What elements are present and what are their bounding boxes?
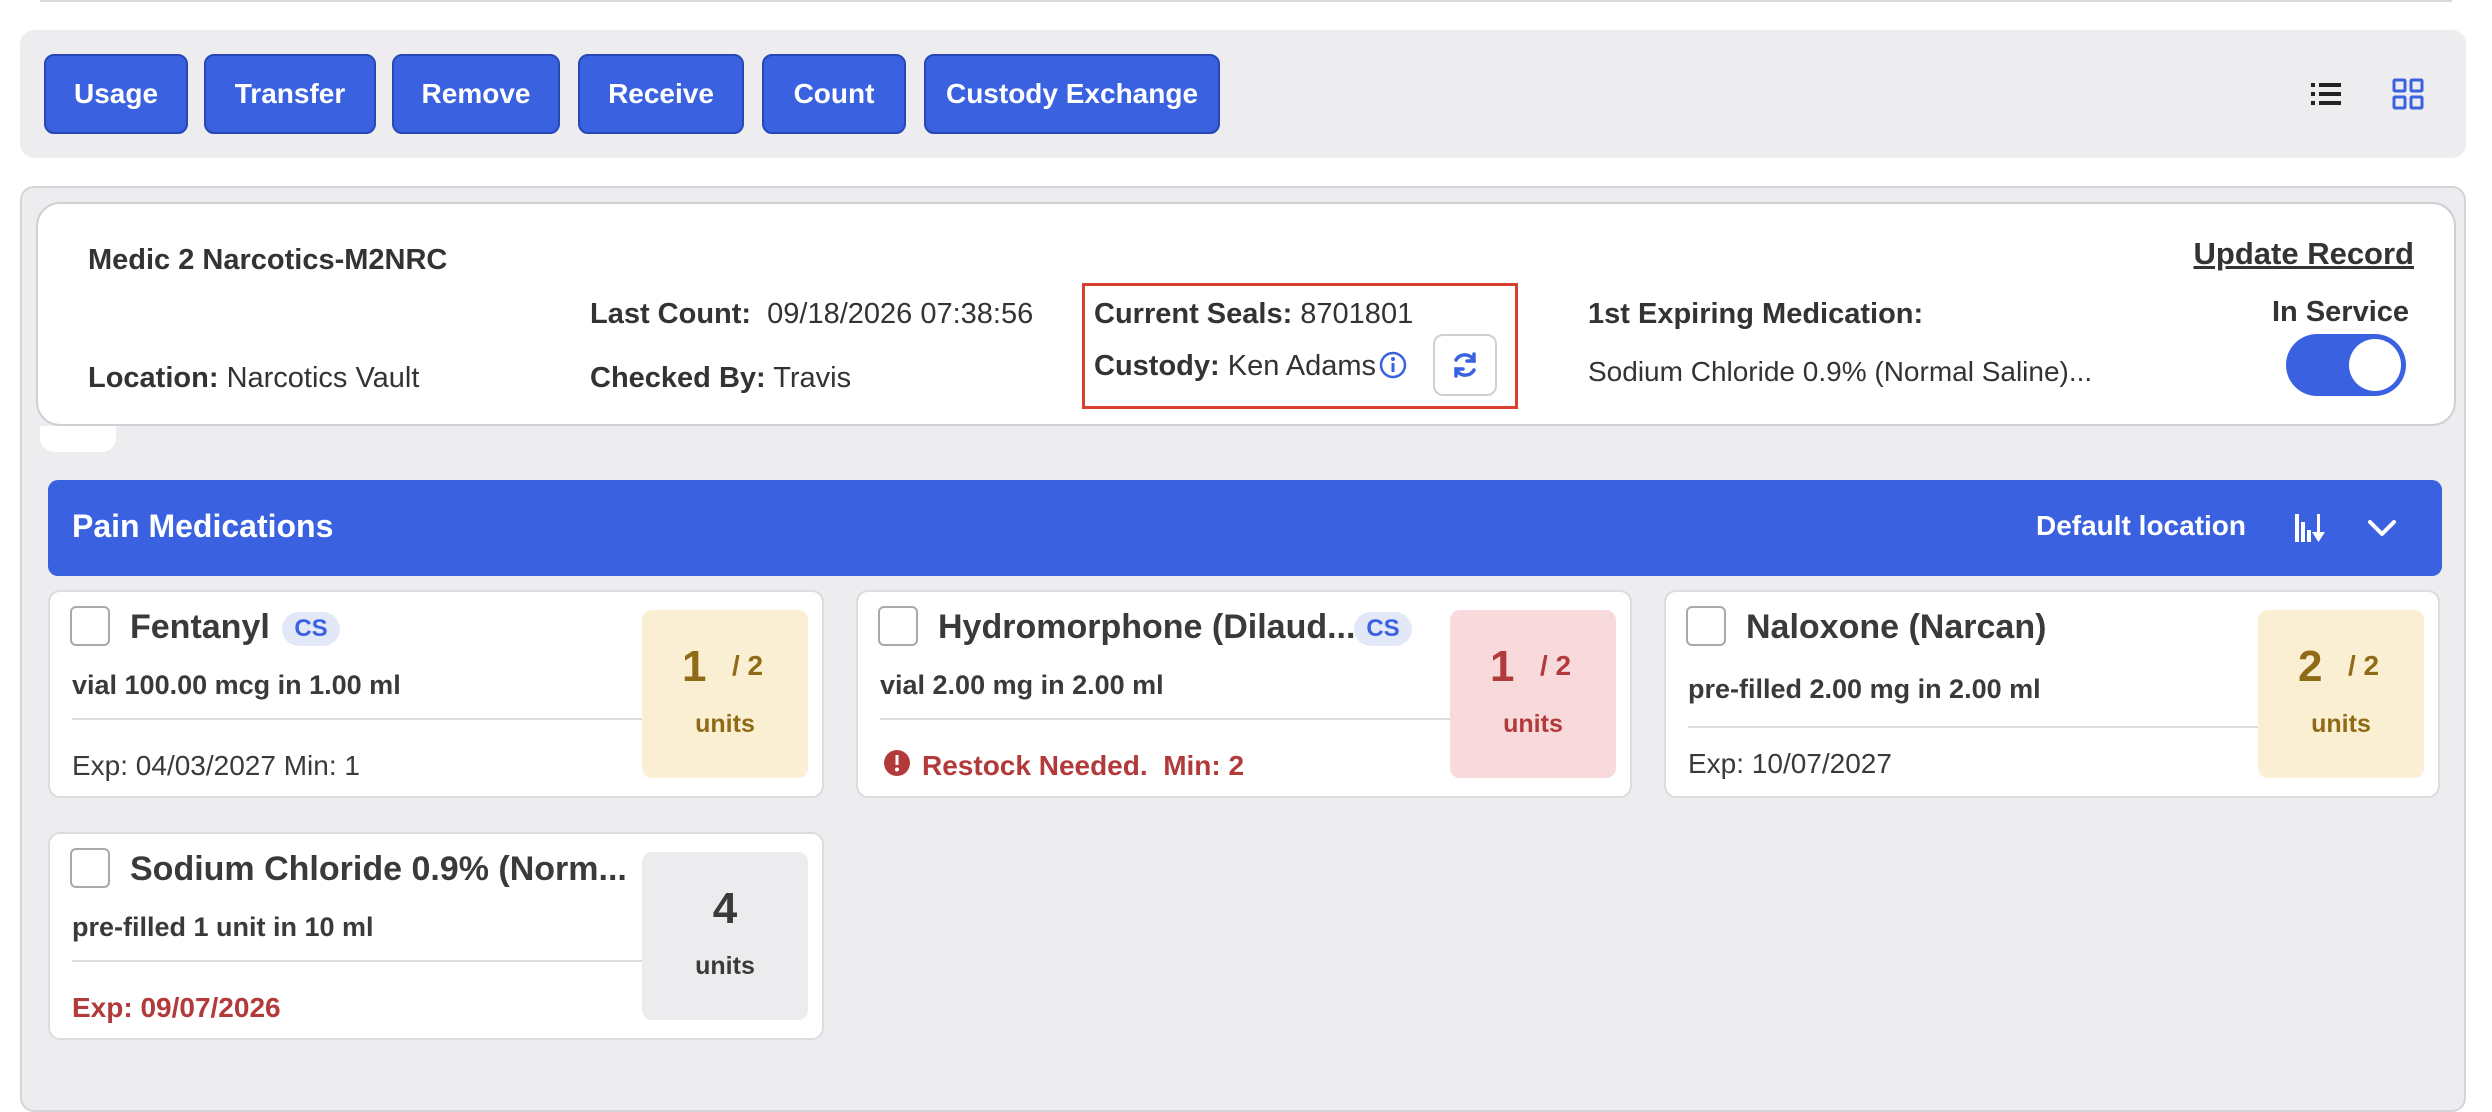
cs-badge: CS — [1354, 612, 1412, 646]
med-divider — [72, 718, 642, 720]
usage-button[interactable]: Usage — [44, 54, 188, 134]
sort-icon[interactable] — [2290, 508, 2330, 548]
update-record-link[interactable]: Update Record — [2194, 236, 2414, 272]
med-checkbox[interactable] — [70, 848, 110, 888]
expiring-label: 1st Expiring Medication: — [1588, 298, 1924, 330]
seals-info: Current Seals: 8701801 — [1094, 298, 1413, 331]
quantity-box: 2 / 2 units — [2258, 610, 2424, 778]
qty-unit: units — [695, 710, 755, 738]
chevron-down-icon[interactable] — [2362, 508, 2402, 548]
record-title: Medic 2 Narcotics-M2NRC — [88, 244, 448, 276]
med-card-naloxone[interactable]: Naloxone (Narcan) pre-filled 2.00 mg in … — [1664, 590, 2440, 798]
qty-unit: units — [1503, 710, 1563, 738]
grid-view-icon[interactable] — [2384, 70, 2432, 118]
custody-value: Ken Adams — [1227, 350, 1377, 382]
last-count-info: Last Count: 09/18/2026 07:38:56 — [590, 298, 1033, 331]
location-label: Location: — [88, 362, 219, 394]
remove-button[interactable]: Remove — [392, 54, 560, 134]
qty-unit: units — [695, 952, 755, 980]
receive-button[interactable]: Receive — [578, 54, 744, 134]
location-value: Narcotics Vault — [226, 362, 420, 394]
med-name: Fentanyl — [130, 608, 270, 646]
card-tab — [40, 426, 116, 452]
count-button[interactable]: Count — [762, 54, 906, 134]
quantity-box: 1 / 2 units — [642, 610, 808, 778]
cs-badge: CS — [282, 612, 340, 646]
med-card-sodium-chloride[interactable]: Sodium Chloride 0.9% (Norm... pre-filled… — [48, 832, 824, 1040]
med-description: pre-filled 1 unit in 10 ml — [72, 912, 374, 942]
list-view-icon[interactable] — [2302, 70, 2350, 118]
med-name: Sodium Chloride 0.9% (Norm... — [130, 850, 627, 888]
section-location[interactable]: Default location — [2036, 510, 2246, 542]
refresh-custody-button[interactable] — [1433, 334, 1497, 396]
med-checkbox[interactable] — [70, 606, 110, 646]
seals-value: 8701801 — [1300, 298, 1414, 330]
med-description: vial 100.00 mcg in 1.00 ml — [72, 670, 401, 700]
qty-count: 1 — [682, 642, 707, 691]
last-count-label: Last Count: — [590, 298, 752, 330]
seals-label: Current Seals: — [1094, 298, 1293, 330]
section-title: Pain Medications — [72, 508, 334, 544]
qty-count: 1 — [1490, 642, 1515, 691]
expiring-value: Sodium Chloride 0.9% (Normal Saline)... — [1588, 356, 2093, 387]
qty-count: 2 — [2298, 642, 2323, 691]
qty-max: / 2 — [732, 650, 764, 681]
checked-by-label: Checked By: — [590, 362, 766, 394]
location-info: Location: Narcotics Vault — [88, 362, 419, 395]
custody-exchange-button[interactable]: Custody Exchange — [924, 54, 1220, 134]
info-icon[interactable] — [1379, 351, 1407, 379]
qty-max: / 2 — [1540, 650, 1572, 681]
med-name: Naloxone (Narcan) — [1746, 608, 2047, 646]
med-description: vial 2.00 mg in 2.00 ml — [880, 670, 1164, 700]
med-expiry: Exp: 10/07/2027 — [1688, 748, 1892, 779]
checked-by-value: Travis — [773, 362, 852, 394]
med-name: Hydromorphone (Dilaud... — [938, 608, 1356, 646]
status-label: In Service — [2272, 296, 2410, 328]
qty-unit: units — [2311, 710, 2371, 738]
top-divider — [40, 0, 2452, 2]
med-expiry: Exp: 04/03/2027 Min: 1 — [72, 750, 360, 781]
last-count-value: 09/18/2026 07:38:56 — [767, 298, 1034, 330]
med-expiry: Exp: 09/07/2026 — [72, 992, 281, 1023]
custody-label: Custody: — [1094, 350, 1220, 382]
med-card-hydromorphone[interactable]: Hydromorphone (Dilaud... CS vial 2.00 mg… — [856, 590, 1632, 798]
med-card-fentanyl[interactable]: Fentanyl CS vial 100.00 mcg in 1.00 ml E… — [48, 590, 824, 798]
action-toolbar: Usage Transfer Remove Receive Count Cust… — [20, 30, 2466, 158]
transfer-button[interactable]: Transfer — [204, 54, 376, 134]
in-service-toggle[interactable] — [2286, 334, 2406, 396]
toggle-knob — [2349, 339, 2401, 391]
qty-count: 4 — [712, 884, 738, 933]
checked-by-info: Checked By: Travis — [590, 362, 851, 395]
med-divider — [72, 960, 642, 962]
section-header[interactable]: Pain Medications Default location — [48, 480, 2442, 576]
med-divider — [1688, 726, 2258, 728]
refresh-icon — [1454, 352, 1476, 378]
custody-info: Custody: Ken Adams — [1094, 350, 1376, 383]
qty-max: / 2 — [2348, 650, 2380, 681]
med-checkbox[interactable] — [878, 606, 918, 646]
med-description: pre-filled 2.00 mg in 2.00 ml — [1688, 674, 2041, 704]
quantity-box: 4 units — [642, 852, 808, 1020]
quantity-box: 1 / 2 units — [1450, 610, 1616, 778]
restock-warning: Restock Needed. Min: 2 — [922, 750, 1245, 781]
alert-icon — [882, 748, 912, 778]
med-checkbox[interactable] — [1686, 606, 1726, 646]
med-divider — [880, 718, 1450, 720]
